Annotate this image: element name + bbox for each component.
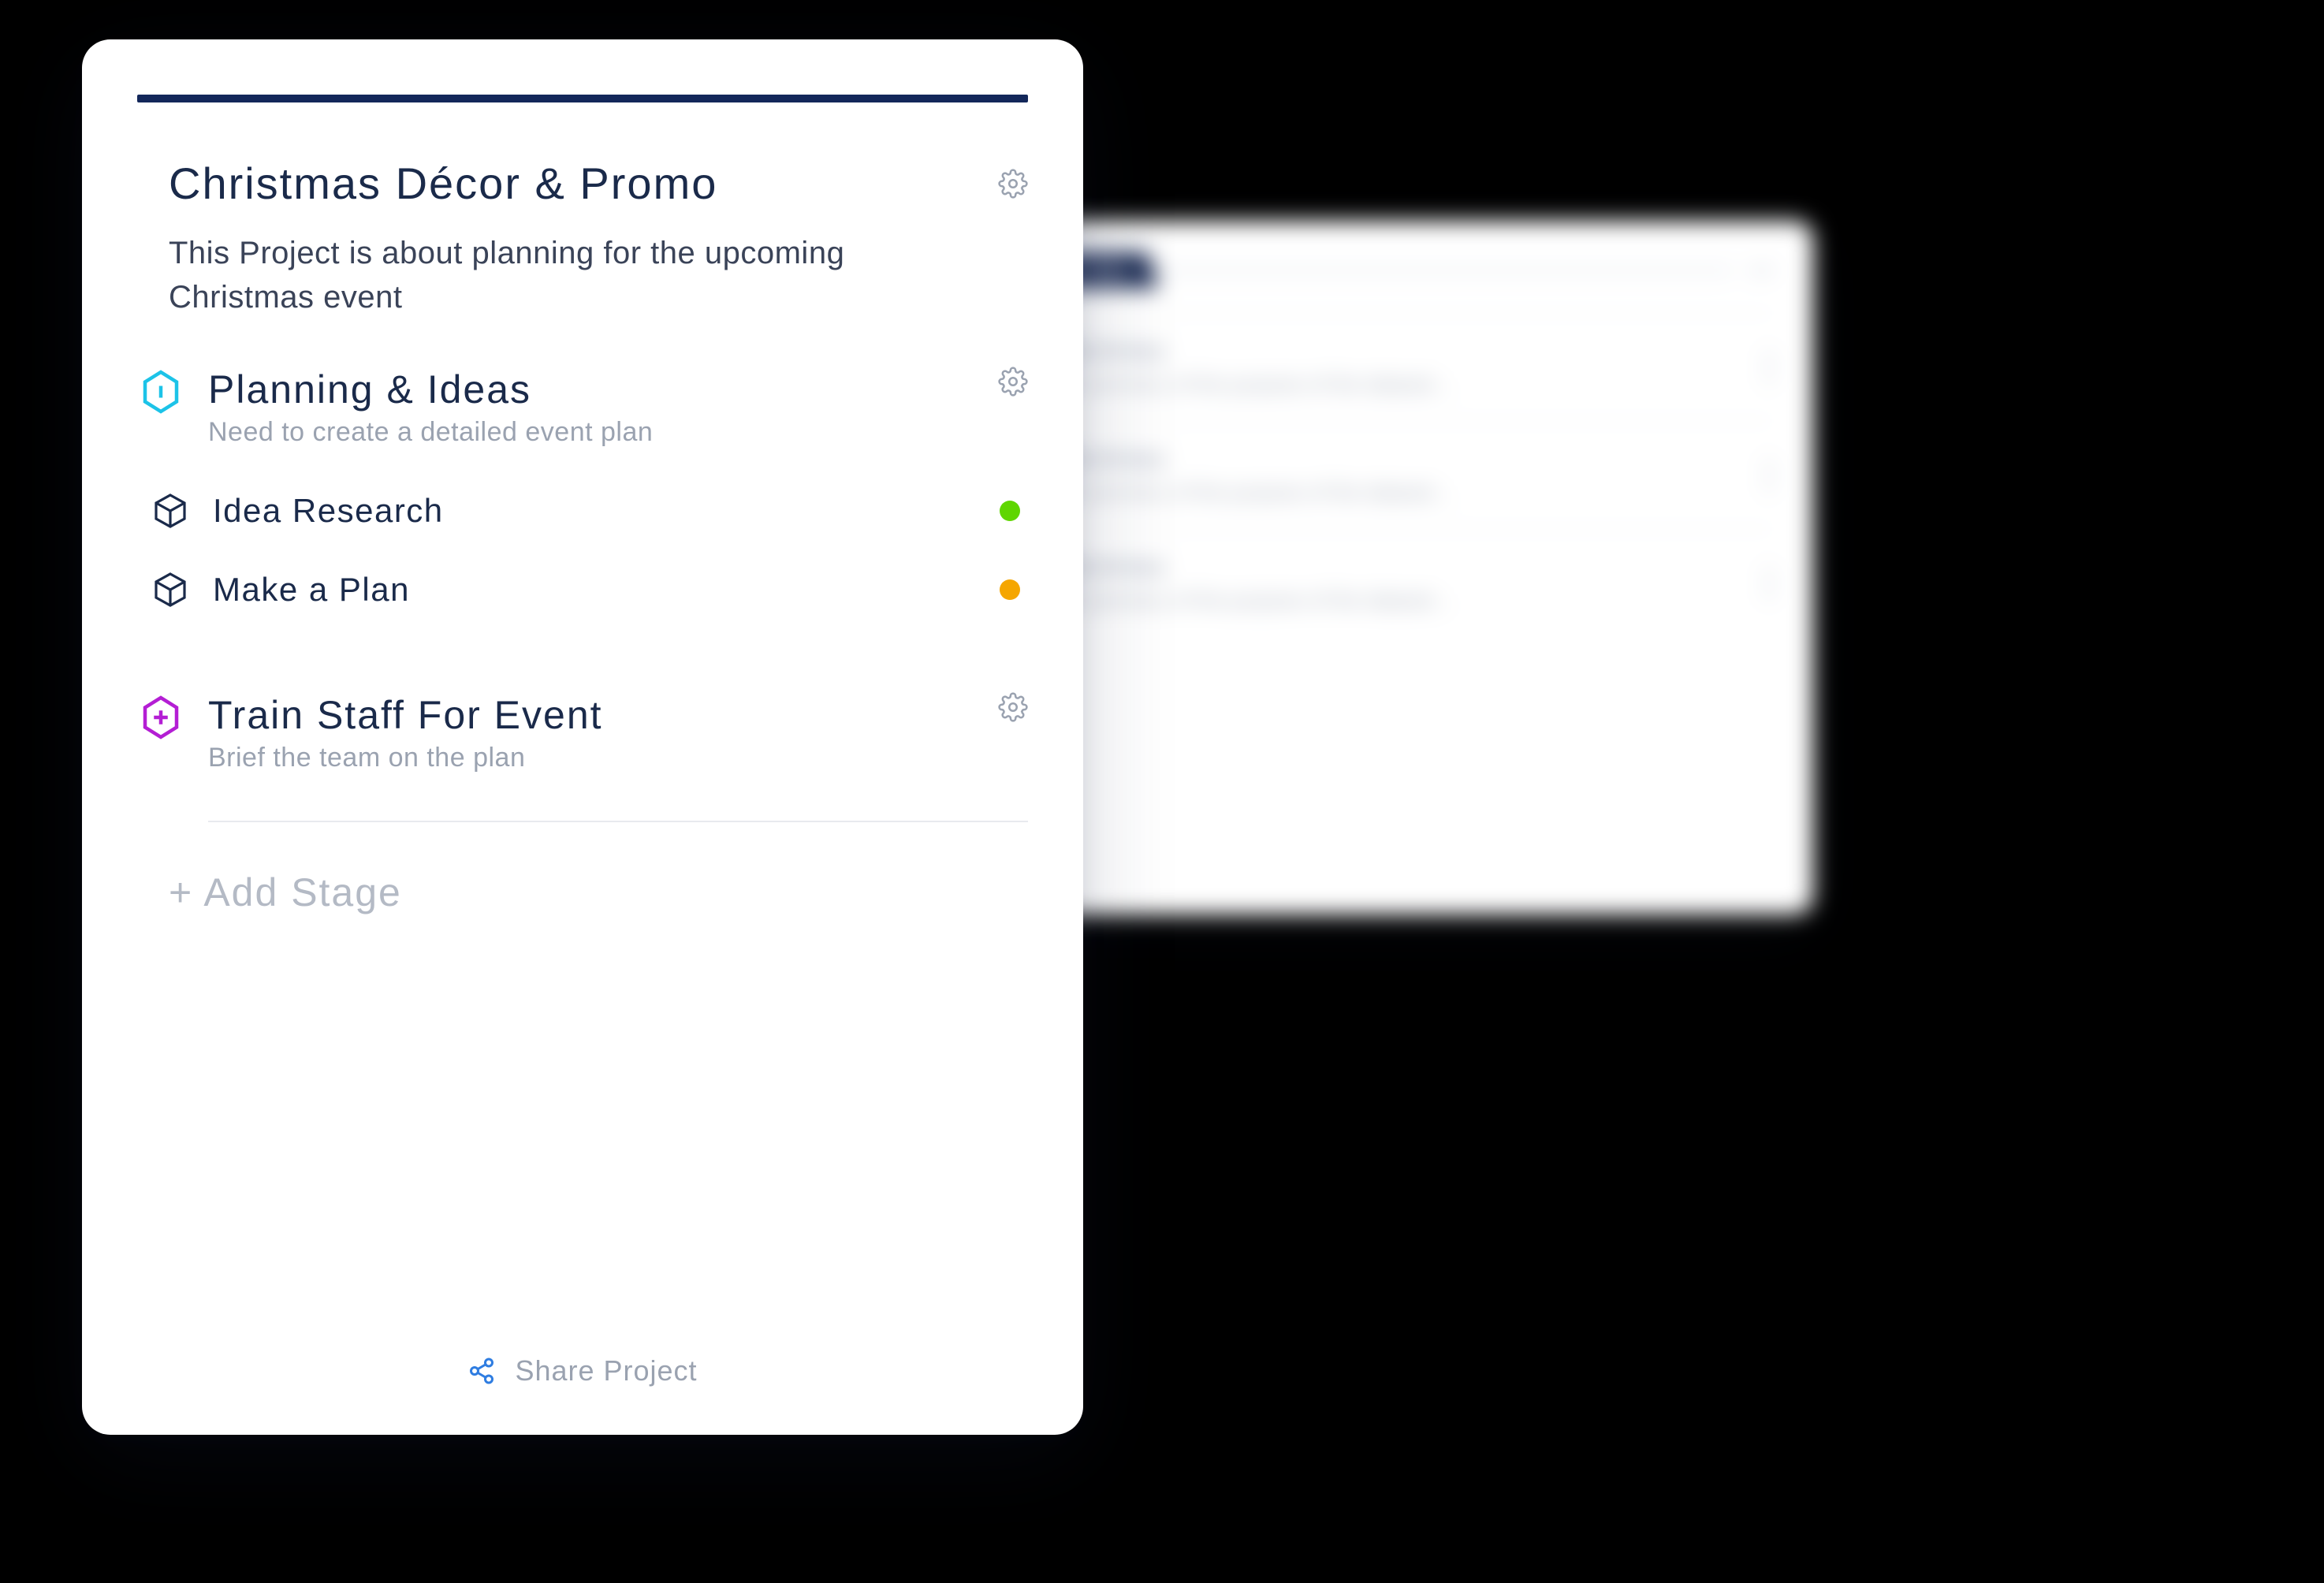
background-item-desc: A summary of the purpose of the dataset…: [1064, 372, 1454, 397]
stage-title: Planning & Ideas: [208, 367, 974, 412]
background-item-desc: A summary of the purpose of the dataset…: [1064, 588, 1454, 613]
stage-item[interactable]: Train Staff For Event Brief the team on …: [137, 692, 1028, 773]
more-vertical-icon: [1766, 460, 1774, 491]
background-card: Tasks Summary A summary of the purpose o…: [1025, 221, 1813, 914]
card-accent-bar: [137, 95, 1028, 102]
share-project-label: Share Project: [515, 1354, 697, 1387]
stage-title: Train Staff For Event: [208, 692, 974, 738]
cube-icon: [151, 492, 189, 530]
status-dot: [1000, 501, 1020, 521]
status-dot: [1000, 579, 1020, 600]
project-title: Christmas Décor & Promo: [169, 158, 717, 209]
divider: [208, 821, 1028, 822]
stages-list: Planning & Ideas Need to create a detail…: [137, 367, 1028, 1331]
background-menu-icon: [1750, 268, 1774, 273]
background-item-title: Summary: [1064, 553, 1454, 580]
more-vertical-icon: [1766, 568, 1774, 599]
background-card-header: Tasks: [1064, 252, 1774, 289]
stage-subtitle: Brief the team on the plan: [208, 743, 974, 773]
background-list-item: Summary A summary of the purpose of the …: [1064, 420, 1774, 528]
project-card: Christmas Décor & Promo This Project is …: [82, 39, 1083, 1435]
task-title: Make a Plan: [213, 571, 976, 609]
project-description: This Project is about planning for the u…: [137, 231, 1028, 319]
background-list-item: Summary A summary of the purpose of the …: [1064, 312, 1774, 420]
stage-settings-gear-icon[interactable]: [998, 692, 1028, 722]
task-item[interactable]: Make a Plan: [137, 550, 1028, 629]
background-item-title: Summary: [1064, 337, 1454, 364]
stage-settings-gear-icon[interactable]: [998, 367, 1028, 397]
project-settings-gear-icon[interactable]: [998, 169, 1028, 199]
stage-subtitle: Need to create a detailed event plan: [208, 417, 974, 448]
hexagon-plus-icon: [137, 694, 184, 741]
add-stage-button[interactable]: + Add Stage: [137, 862, 1028, 923]
share-icon: [467, 1357, 496, 1385]
share-project-button[interactable]: Share Project: [137, 1331, 1028, 1403]
hexagon-info-icon: [137, 368, 184, 415]
stage-item[interactable]: Planning & Ideas Need to create a detail…: [137, 367, 1028, 629]
background-list-item: Summary A summary of the purpose of the …: [1064, 528, 1774, 636]
more-vertical-icon: [1766, 352, 1774, 383]
cube-icon: [151, 571, 189, 609]
background-header-line: [1151, 268, 1734, 273]
background-item-desc: A summary of the purpose of the dataset…: [1064, 480, 1454, 505]
task-title: Idea Research: [213, 492, 976, 530]
task-item[interactable]: Idea Research: [137, 471, 1028, 550]
background-item-title: Summary: [1064, 445, 1454, 472]
